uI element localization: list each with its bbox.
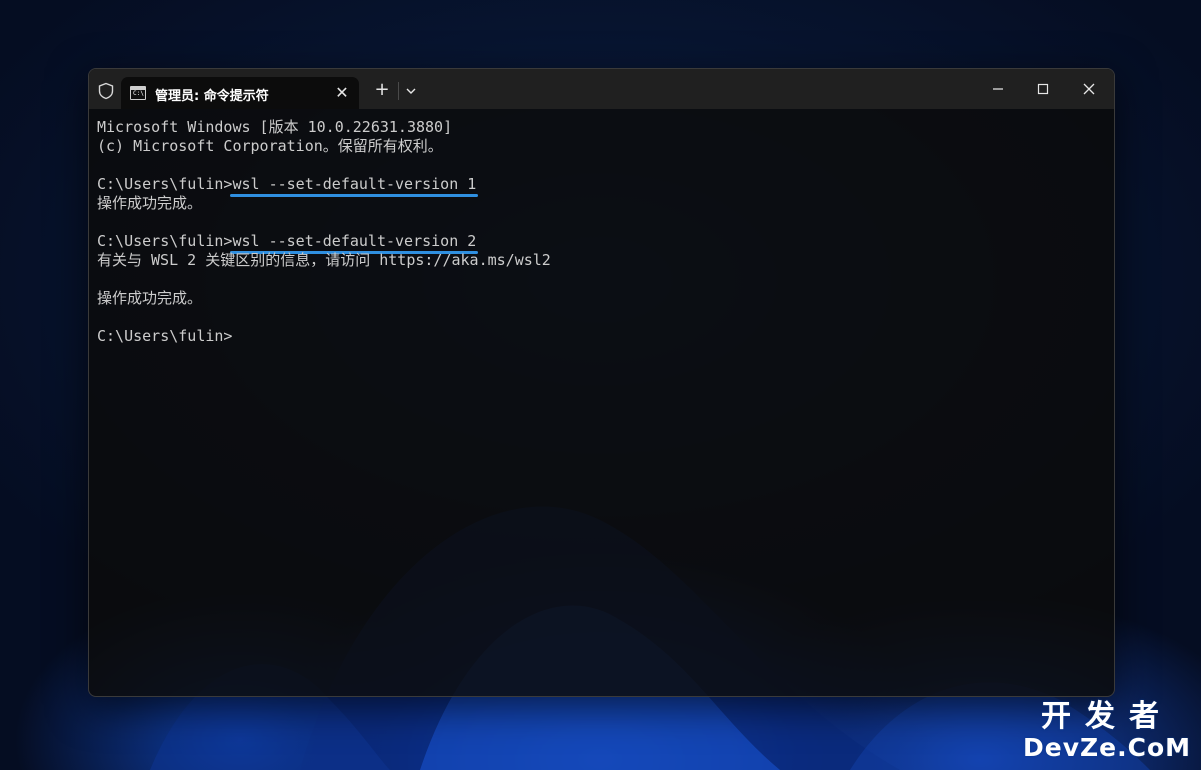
terminal-line: 操作成功完成。 [97, 289, 1097, 308]
terminal-line: C:\Users\fulin>wsl --set-default-version… [97, 175, 1097, 197]
terminal-line: Microsoft Windows [版本 10.0.22631.3880] [97, 118, 1097, 137]
watermark-cn: 开发者 [1041, 699, 1173, 734]
terminal-line: (c) Microsoft Corporation。保留所有权利。 [97, 137, 1097, 156]
prompt-text: C:\Users\fulin> [97, 327, 233, 345]
tab-command-prompt[interactable]: C:\ 管理员: 命令提示符 ✕ [121, 77, 359, 109]
shield-icon [98, 82, 114, 100]
terminal-window: C:\ 管理员: 命令提示符 ✕ + Microsoft Windows [版本… [88, 68, 1115, 697]
cmd-icon-text: C:\ [133, 90, 144, 97]
line-text: 有关与 WSL 2 关键区别的信息，请访问 https://aka.ms/wsl… [97, 251, 551, 269]
watermark-logo: 开发者 DevZe.CoM [1023, 700, 1191, 762]
minimize-icon[interactable] [985, 77, 1011, 101]
terminal-line: 有关与 WSL 2 关键区别的信息，请访问 https://aka.ms/wsl… [97, 251, 1097, 270]
line-text: (c) Microsoft Corporation。保留所有权利。 [97, 137, 443, 155]
terminal-line: C:\Users\fulin> [97, 327, 1097, 346]
terminal-output[interactable]: Microsoft Windows [版本 10.0.22631.3880] (… [97, 118, 1097, 678]
maximize-icon[interactable] [1030, 77, 1056, 101]
line-text: 操作成功完成。 [97, 194, 203, 212]
cmd-icon: C:\ [130, 86, 146, 100]
terminal-line: C:\Users\fulin>wsl --set-default-version… [97, 232, 1097, 254]
highlighted-command: wsl --set-default-version 2 [230, 232, 479, 254]
title-bar[interactable]: C:\ 管理员: 命令提示符 ✕ + [89, 69, 1114, 109]
watermark-en: DevZe.CoM [1023, 733, 1191, 762]
close-icon[interactable]: ✕ [333, 84, 351, 102]
tab-title: 管理员: 命令提示符 [155, 89, 269, 104]
terminal-line: 操作成功完成。 [97, 194, 1097, 213]
chevron-down-icon[interactable] [402, 82, 420, 100]
tab-separator [398, 82, 399, 100]
window-close-icon[interactable] [1076, 77, 1102, 101]
highlighted-command: wsl --set-default-version 1 [230, 175, 479, 197]
line-text: 操作成功完成。 [97, 289, 203, 307]
prompt-text: C:\Users\fulin> [97, 175, 233, 193]
line-text: Microsoft Windows [版本 10.0.22631.3880] [97, 118, 453, 136]
prompt-text: C:\Users\fulin> [97, 232, 233, 250]
plus-icon[interactable]: + [372, 80, 392, 100]
